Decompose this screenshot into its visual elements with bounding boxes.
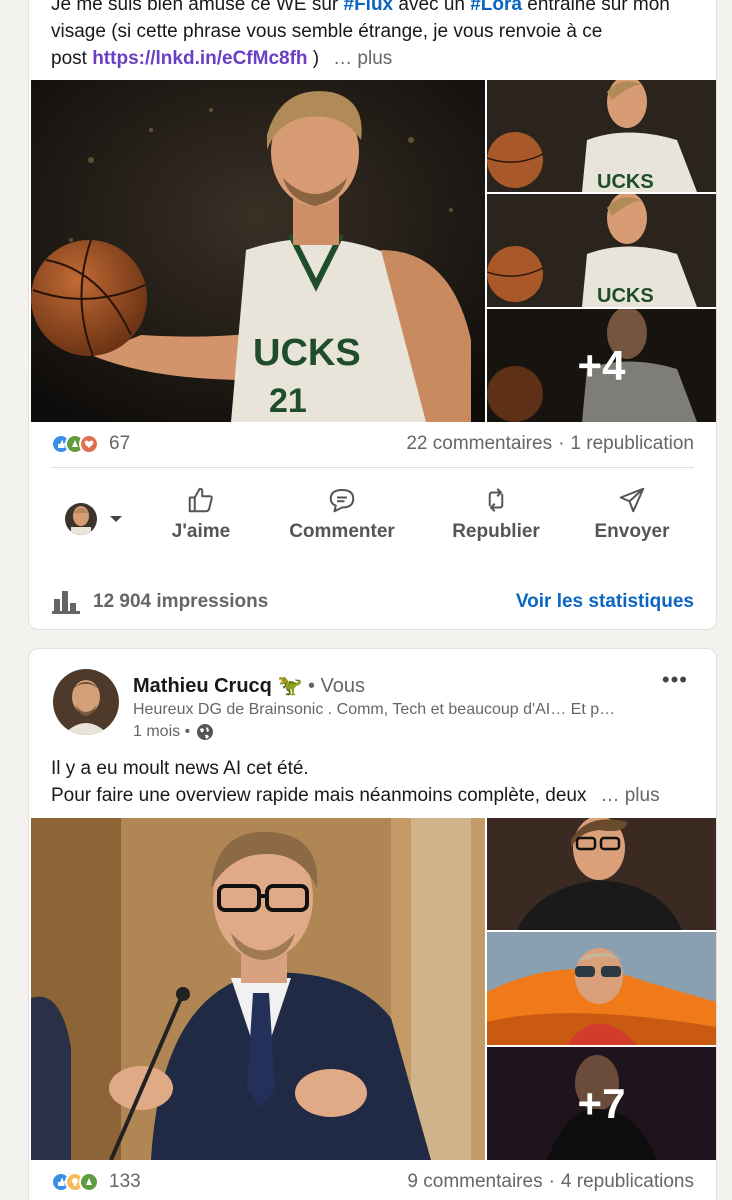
send-button[interactable]: Envoyer	[591, 485, 673, 543]
send-icon	[619, 487, 645, 513]
repost-button[interactable]: Republier	[449, 485, 543, 543]
reaction-count: 133	[109, 1171, 141, 1192]
main-image-basketball[interactable]: UCKS 21	[31, 80, 485, 422]
more-images-overlay[interactable]: +7	[487, 1047, 716, 1160]
more-icon[interactable]: •••	[662, 667, 688, 693]
reactions-summary[interactable]: 67	[51, 433, 130, 455]
thumbnail-image-2[interactable]	[487, 932, 716, 1045]
post-time: 1 mois •	[133, 723, 214, 741]
avatar	[65, 503, 97, 535]
image-gallery: UCKS 21 UCKS UCKS +4	[31, 80, 716, 422]
svg-text:21: 21	[269, 382, 307, 420]
action-bar: J'aime Commenter Republier Envoyer	[29, 485, 716, 565]
comment-label: Commenter	[289, 521, 395, 542]
thumbnail-image-1[interactable]: UCKS	[487, 80, 716, 192]
comment-icon	[329, 489, 355, 513]
thumbnail-image-2[interactable]: UCKS	[487, 194, 716, 307]
thumbnail-image-3[interactable]: +7	[487, 1047, 716, 1160]
comment-button[interactable]: Commenter	[287, 485, 397, 543]
post-text-line: post	[51, 48, 93, 69]
post-author: Mathieu Crucq 🦖 • Vous Heureux DG de Bra…	[53, 667, 696, 740]
actor-selector[interactable]	[65, 503, 123, 535]
post-card-1: Je me suis bien amusé ce WE sur #Flux av…	[28, 0, 717, 630]
repost-label: Republier	[452, 521, 540, 542]
divider	[51, 467, 694, 468]
like-label: J'aime	[171, 521, 231, 542]
hashtag-lora[interactable]: #Lora	[470, 0, 522, 15]
post-link[interactable]: https://lnkd.in/eCfMc8fh	[92, 48, 307, 69]
like-button[interactable]: J'aime	[171, 485, 231, 543]
see-more-button[interactable]: … plus	[333, 48, 392, 69]
svg-text:UCKS: UCKS	[253, 332, 361, 374]
reposts-count[interactable]: 1 republication	[570, 433, 694, 454]
post-text: Il y a eu moult news AI cet été. Pour fa…	[51, 755, 694, 809]
see-more-button[interactable]: … plus	[600, 785, 659, 806]
globe-icon	[197, 724, 214, 740]
reactions-summary[interactable]: 133	[51, 1171, 141, 1193]
main-image-speaker[interactable]	[31, 818, 485, 1160]
you-badge: • Vous	[307, 675, 365, 697]
post-text-line: visage (si cette phrase vous semble étra…	[51, 21, 603, 42]
post-text: Je me suis bien amusé ce WE sur #Flux av…	[51, 0, 694, 72]
analytics-icon	[52, 591, 80, 614]
send-label: Envoyer	[594, 521, 670, 542]
chevron-down-icon	[110, 516, 122, 522]
comments-count[interactable]: 22 commentaires	[406, 433, 552, 454]
social-counts: 133 9 commentaires · 4 republications	[51, 1166, 694, 1198]
reposts-count[interactable]: 4 republications	[561, 1171, 694, 1192]
time-label: 1 mois •	[133, 723, 191, 740]
post-text-line: )	[307, 48, 320, 69]
view-stats-link[interactable]: Voir les statistiques	[516, 591, 694, 613]
reaction-count: 67	[109, 433, 131, 454]
thumbnail-image-3[interactable]: +4	[487, 309, 716, 422]
post-text-line: Pour faire une overview rapide mais néan…	[51, 785, 587, 806]
thumbnail-image-1[interactable]	[487, 818, 716, 930]
avatar[interactable]	[53, 669, 119, 735]
post-analytics: 12 904 impressions Voir les statistiques	[51, 587, 694, 617]
image-gallery: +7	[31, 818, 716, 1160]
separator: ·	[548, 1171, 555, 1192]
post-text-line: Il y a eu moult news AI cet été.	[51, 758, 309, 779]
social-counts: 67 22 commentaires · 1 republication	[51, 428, 694, 460]
celebrate-reaction-icon	[79, 1172, 99, 1192]
love-reaction-icon	[79, 434, 99, 454]
author-headline: Heureux DG de Brainsonic . Comm, Tech et…	[133, 701, 616, 718]
like-icon	[188, 487, 213, 513]
separator: ·	[558, 433, 565, 454]
comments-count[interactable]: 9 commentaires	[407, 1171, 542, 1192]
author-emoji: 🦖	[277, 675, 303, 697]
impressions[interactable]: 12 904 impressions	[51, 589, 268, 615]
post-text-line: avec un	[393, 0, 471, 15]
svg-text:UCKS: UCKS	[597, 171, 654, 192]
repost-icon	[488, 488, 504, 512]
post-card-2: Mathieu Crucq 🦖 • Vous Heureux DG de Bra…	[28, 648, 717, 1200]
post-text-line: Je me suis bien amusé ce WE sur	[51, 0, 344, 15]
post-text-line: entrainé sur mon	[521, 0, 670, 15]
more-images-overlay[interactable]: +4	[487, 309, 716, 422]
svg-text:UCKS: UCKS	[597, 285, 654, 307]
author-name[interactable]: Mathieu Crucq	[133, 675, 272, 697]
hashtag-flux[interactable]: #Flux	[344, 0, 394, 15]
impressions-count: 12 904 impressions	[93, 591, 269, 612]
